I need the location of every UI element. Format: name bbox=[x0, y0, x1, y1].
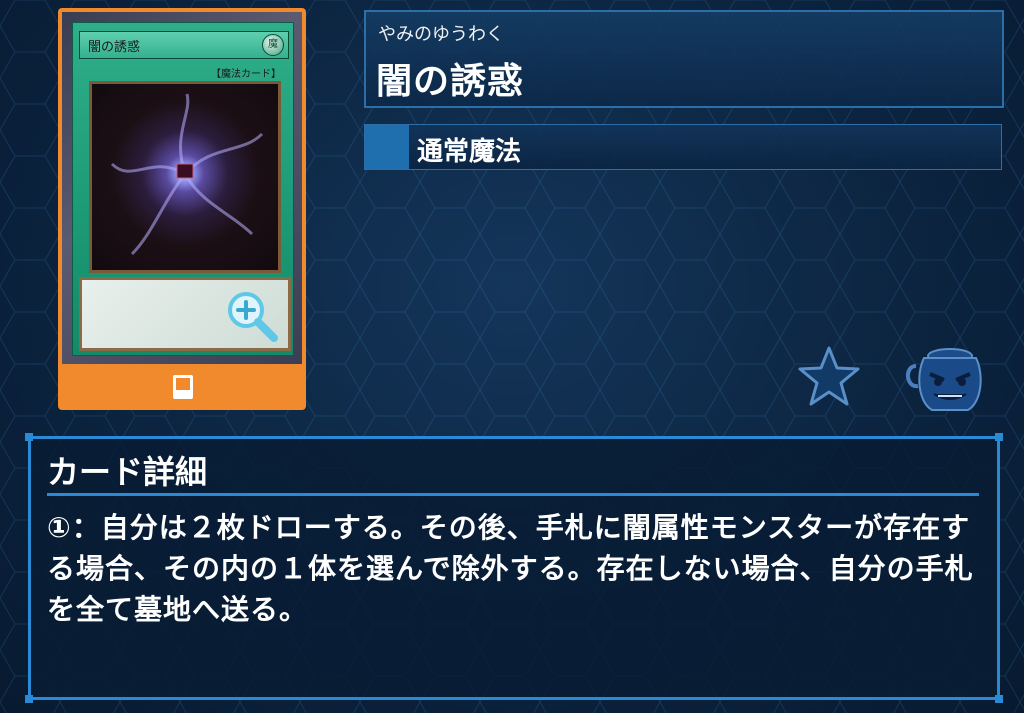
card-subtype: 通常魔法 bbox=[417, 137, 522, 167]
card-detail-panel: カード詳細 ①：自分は２枚ドローする。その後、手札に闇属性モンスターが存在する場… bbox=[25, 433, 1003, 703]
spell-card-icon bbox=[173, 375, 193, 399]
star-icon[interactable] bbox=[796, 344, 862, 410]
card-title-panel: やみのゆうわく 闇の誘惑 bbox=[364, 10, 1004, 108]
card-artwork bbox=[89, 81, 281, 273]
card-subtype-panel: 通常魔法 bbox=[364, 124, 1002, 170]
panel-corner bbox=[995, 433, 1003, 441]
attribute-icon: 魔 bbox=[262, 34, 284, 56]
card-image-frame[interactable]: 闇の誘惑 魔 【魔法カード】 bbox=[58, 8, 306, 410]
card-type-label: 【魔法カード】 bbox=[211, 69, 281, 80]
card-effect-text: ①：自分は２枚ドローする。その後、手札に闇属性モンスターが存在する場合、その内の… bbox=[47, 511, 974, 626]
panel-corner bbox=[995, 695, 1003, 703]
detail-heading: カード詳細 bbox=[47, 453, 208, 491]
detail-divider bbox=[47, 493, 979, 496]
card-name-on-card: 闇の誘惑 bbox=[88, 40, 141, 55]
card-title: 闇の誘惑 bbox=[376, 61, 525, 102]
card-title-ruby: やみのゆうわく bbox=[378, 24, 504, 45]
subtype-marker bbox=[365, 125, 409, 169]
card-name-box: 闇の誘惑 魔 bbox=[79, 31, 289, 59]
zoom-in-icon[interactable] bbox=[224, 288, 280, 344]
card-text-box bbox=[79, 277, 291, 351]
panel-corner bbox=[25, 695, 33, 703]
pot-of-greed-icon[interactable] bbox=[902, 344, 984, 414]
panel-corner bbox=[25, 433, 33, 441]
card-face: 闇の誘惑 魔 【魔法カード】 bbox=[72, 22, 294, 356]
card-kind-bar bbox=[62, 364, 302, 406]
card-image[interactable]: 闇の誘惑 魔 【魔法カード】 bbox=[62, 12, 302, 364]
